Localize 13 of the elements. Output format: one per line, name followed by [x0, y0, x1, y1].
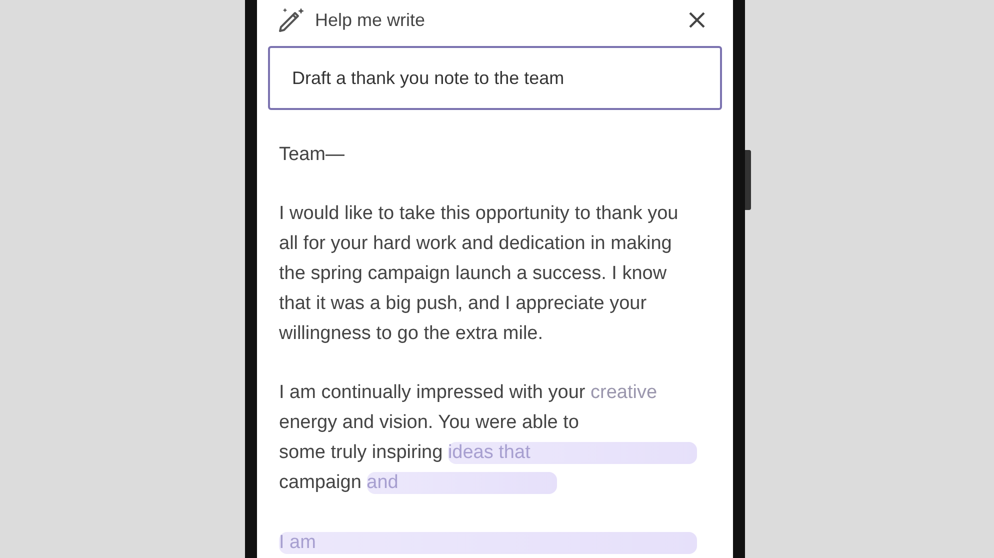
panel-title: Help me write — [315, 8, 426, 32]
faded-text: creative — [590, 381, 658, 405]
generating-highlight: and — [366, 472, 557, 494]
magic-pen-icon — [277, 6, 305, 34]
greeting-text: Team— — [279, 143, 346, 167]
draft-text: campaign — [279, 471, 362, 495]
prompt-field[interactable]: Draft a thank you note to the team — [268, 46, 722, 110]
generating-highlight: I am — [279, 532, 697, 554]
paragraph-text: I would like to take this opportunity to thank you all for your hard work and dedication in making the spring campaign launch a success. I know that it was a big push, and I appreciate your willingness to go the extra mile. — [279, 202, 680, 346]
draft-text: energy and vision. You were able to — [279, 411, 579, 435]
generating-highlight: ideas that — [448, 442, 697, 464]
draft-text: some truly inspiring — [279, 441, 444, 465]
draft-text: I am continually impressed with your — [279, 381, 586, 405]
